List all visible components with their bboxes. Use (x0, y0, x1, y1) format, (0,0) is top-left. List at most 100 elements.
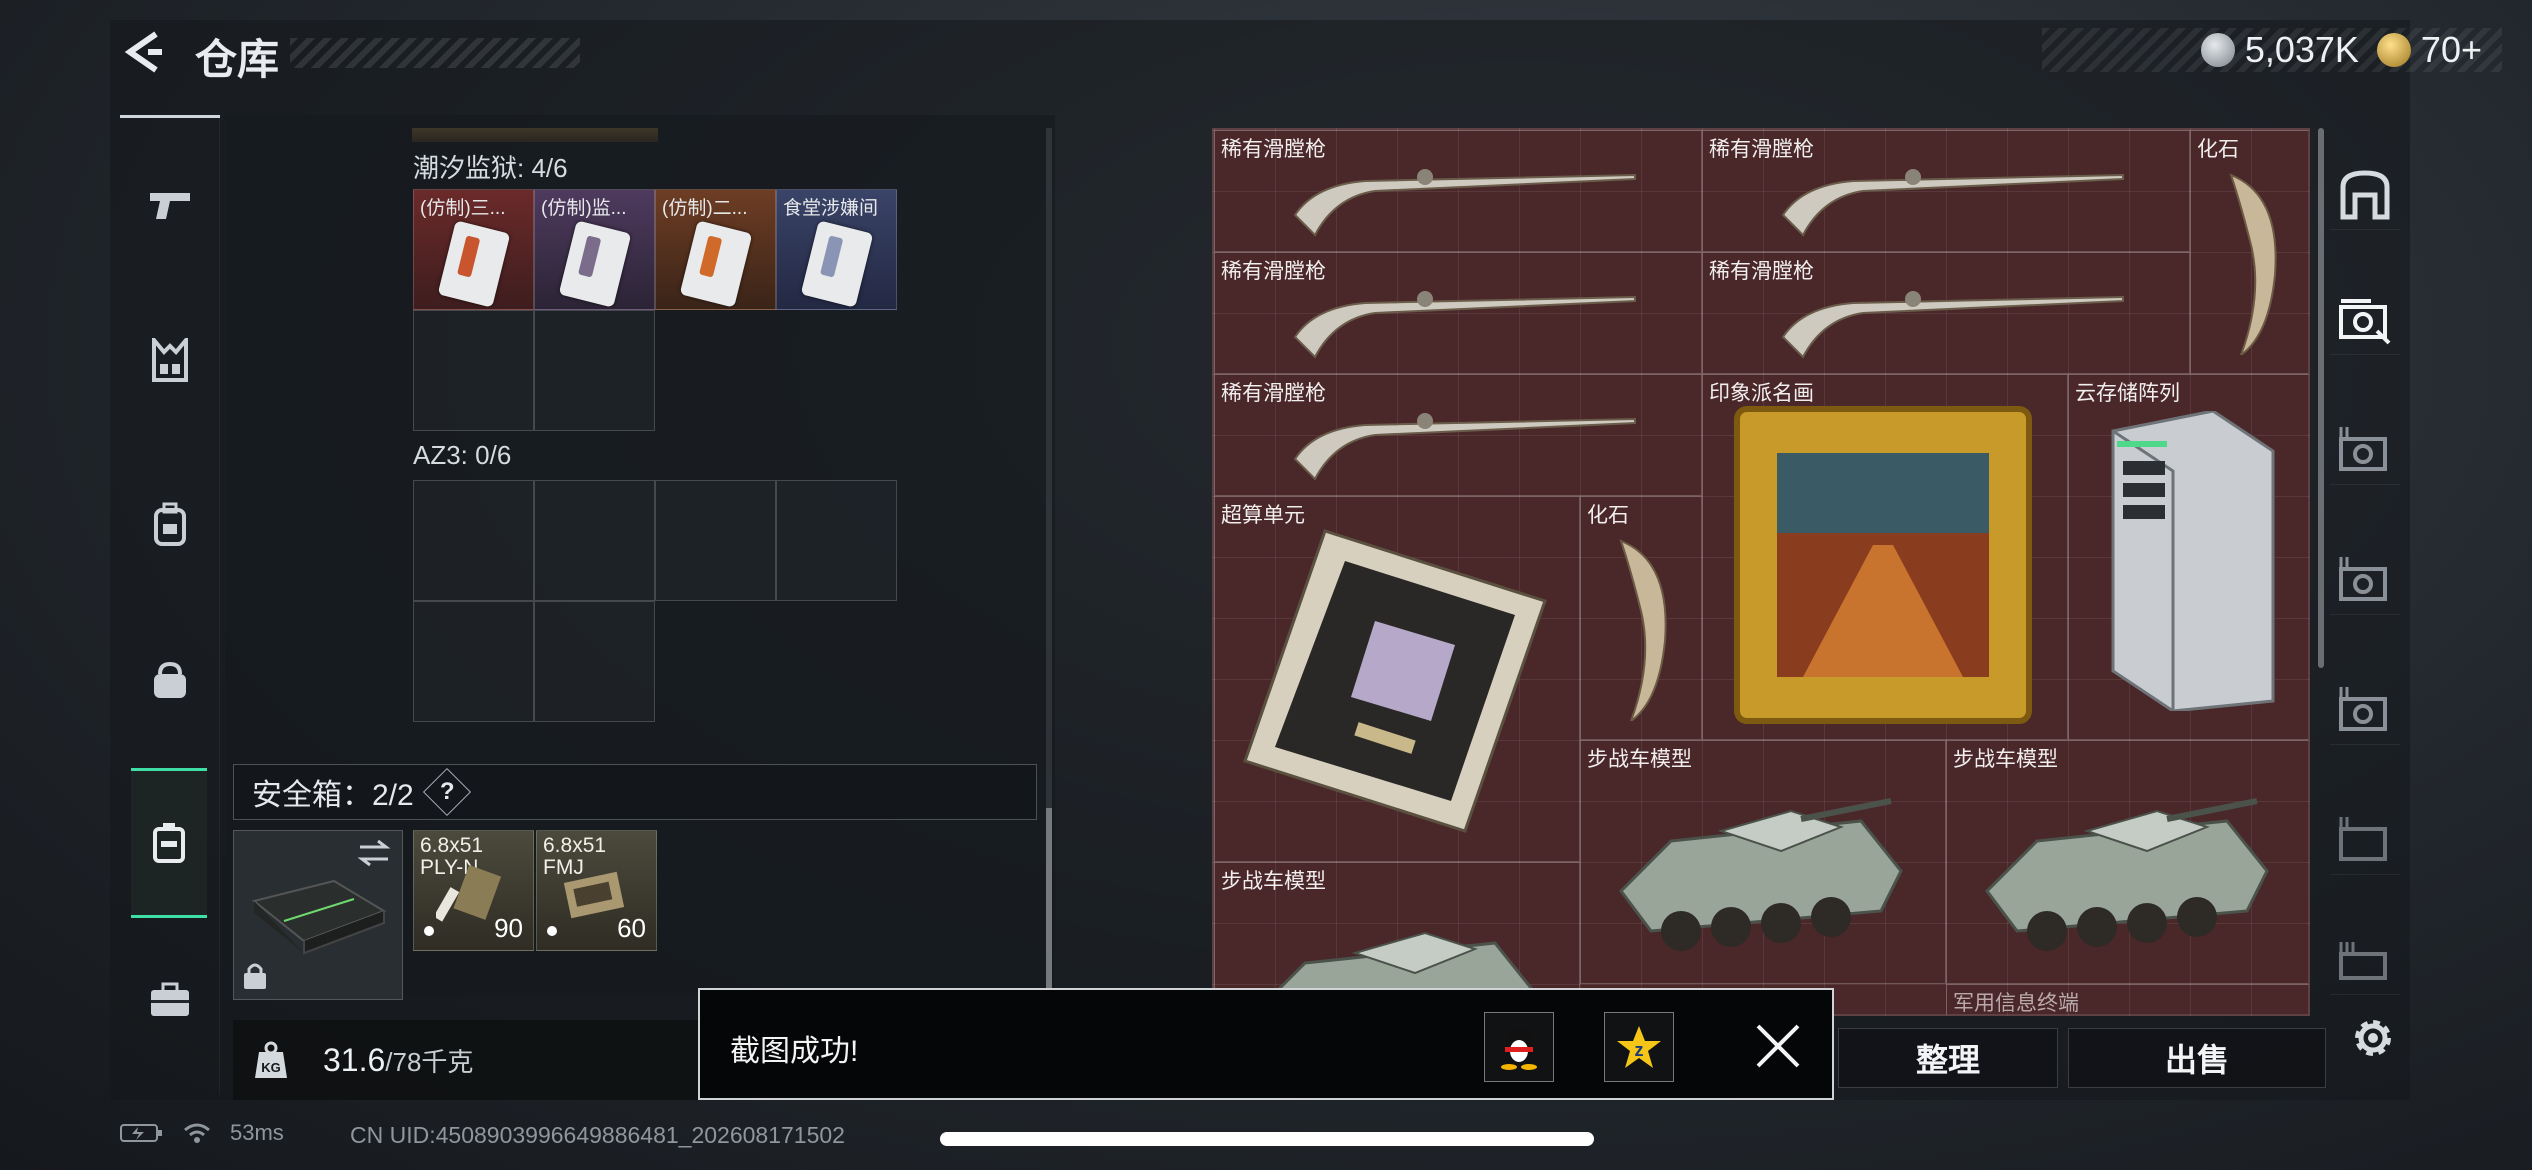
ammo-slot[interactable]: 6.8x51 FMJ 60 (536, 830, 657, 951)
empty-slot[interactable] (413, 310, 534, 431)
keycard-icon (800, 220, 874, 308)
storage-box-icon (2339, 816, 2387, 861)
empty-slot[interactable] (776, 480, 897, 601)
swap-icon[interactable] (356, 839, 392, 867)
toast-message: 截图成功! (730, 1035, 859, 1068)
pistol-icon (150, 193, 190, 219)
item-name: 印象派名画 (1709, 382, 1814, 405)
tank-model-icon (1985, 798, 2269, 951)
stash-item-fossil[interactable]: 化石 (1580, 496, 1702, 740)
bag-tab[interactable] (130, 640, 210, 720)
fossil-icon (1619, 539, 1667, 721)
ping-value: 53ms (230, 1120, 284, 1145)
stash-item-musket[interactable]: 稀有滑膛枪 (1702, 252, 2190, 374)
chest-rig-tab[interactable] (130, 320, 210, 400)
backpack-icon (154, 502, 186, 546)
qq-penguin-icon (1501, 1027, 1537, 1070)
stash-item-terminal[interactable]: 军用信息终端 (1946, 984, 2308, 1014)
keycard-slot[interactable]: (仿制)二... (655, 189, 776, 310)
silver-amount: 5,037K (2244, 29, 2359, 70)
chest-rig-icon (152, 338, 188, 382)
musket-icon (1781, 169, 2124, 237)
ammo-grade-dot (424, 926, 434, 936)
safe-box-label: 安全箱：2/2 (252, 779, 414, 812)
musket-icon (1781, 291, 2124, 359)
screenshot-toast: 截图成功! z (698, 988, 1834, 1100)
settings-gear-icon[interactable] (2345, 1010, 2401, 1066)
gold-amount: 70+ (2420, 29, 2482, 70)
nav-top-line (120, 115, 220, 118)
sort-button[interactable]: 整理 (1838, 1028, 2058, 1088)
ammo-slot[interactable]: 6.8x51 PLY-N 90 (413, 830, 534, 951)
storage-box-icon (2339, 426, 2387, 471)
stash-home-icon (2340, 169, 2390, 219)
safe-box-slot[interactable] (233, 830, 403, 1000)
briefcase-tab[interactable] (130, 960, 210, 1040)
storage-box-icon (2339, 686, 2387, 731)
container2-grid (413, 480, 897, 722)
help-icon[interactable]: ? (422, 767, 471, 817)
musket-icon (1293, 413, 1636, 481)
currency-bar: 5,037K 70+ (2042, 28, 2502, 72)
empty-slot[interactable] (655, 480, 776, 601)
empty-slot[interactable] (534, 601, 655, 722)
bag-icon (154, 661, 186, 698)
weapon-tab[interactable] (130, 165, 210, 245)
empty-slot[interactable] (413, 601, 534, 722)
weight-icon: KG (255, 1041, 287, 1078)
back-arrow-icon[interactable] (118, 28, 166, 76)
storage-tab-5[interactable] (2330, 805, 2400, 875)
stash-item-musket[interactable]: 稀有滑膛枪 (1214, 130, 1702, 252)
item-name: (仿制)三... (420, 198, 506, 219)
stash-item-ifv-model[interactable]: 步战车模型 (1946, 740, 2308, 984)
item-name: 云存储阵列 (2075, 382, 2180, 405)
storage-tab-6[interactable] (2330, 925, 2400, 995)
weight-value: 31.6 (323, 1041, 386, 1078)
storage-tab-1[interactable] (2330, 285, 2400, 355)
gold-coin-icon (2376, 33, 2411, 67)
backpack-tab[interactable] (130, 485, 210, 565)
musket-icon (1293, 291, 1636, 359)
qzone-share-button[interactable]: z (1604, 1012, 1674, 1082)
keycard-slot[interactable]: 食堂涉嫌间 (776, 189, 897, 310)
silver-coin-icon (2200, 33, 2235, 67)
storage-tab-4[interactable] (2330, 675, 2400, 745)
close-icon[interactable] (1750, 1018, 1806, 1074)
storage-tab-3[interactable] (2330, 545, 2400, 615)
sell-button[interactable]: 出售 (2068, 1028, 2326, 1088)
stash-item-musket[interactable]: 稀有滑膛枪 (1214, 374, 1702, 496)
stash-item-musket[interactable]: 稀有滑膛枪 (1214, 252, 1702, 374)
stash-scrollbar[interactable] (2318, 128, 2324, 668)
empty-slot[interactable] (534, 310, 655, 431)
home-indicator[interactable] (940, 1132, 1594, 1146)
server-icon (2111, 411, 2275, 711)
stash-item-musket[interactable]: 稀有滑膛枪 (1702, 130, 2190, 252)
empty-slot[interactable] (534, 480, 655, 601)
stash-item-painting[interactable]: 印象派名画 (1702, 374, 2068, 740)
ammo-quantity: 90 (494, 913, 523, 943)
keycard-slot[interactable]: (仿制)三... (413, 189, 534, 310)
silver-currency: 5,037K (2200, 29, 2359, 71)
wifi-icon (184, 1123, 210, 1143)
battery-icon (120, 1124, 162, 1142)
qq-share-button[interactable] (1484, 1012, 1554, 1082)
left-scrollbar[interactable] (1046, 808, 1052, 988)
keycard-icon (437, 220, 511, 308)
safe-box-tab[interactable] (131, 768, 207, 918)
page-title: 仓库 (195, 36, 280, 83)
gold-currency[interactable]: 70+ (2376, 29, 2482, 71)
stash-item-storage-array[interactable]: 云存储阵列 (2068, 374, 2308, 740)
stash-item-ifv-model[interactable]: 步战车模型 (1580, 740, 1946, 984)
category-nav (120, 115, 220, 1095)
item-name: 食堂涉嫌间 (783, 198, 879, 219)
stash-home-tab[interactable] (2330, 160, 2400, 230)
stash-item-supercomputer[interactable]: 超算单元 (1214, 496, 1580, 862)
weight-icon-text: KG (261, 1060, 281, 1075)
keycard-slot[interactable]: (仿制)监... (534, 189, 655, 310)
fossil-icon (2229, 173, 2277, 355)
empty-slot[interactable] (413, 480, 534, 601)
stash-item-fossil[interactable]: 化石 (2190, 130, 2308, 374)
storage-tab-2[interactable] (2330, 415, 2400, 485)
circuit-board-icon (1243, 529, 1547, 833)
item-name: 步战车模型 (1587, 748, 1692, 771)
